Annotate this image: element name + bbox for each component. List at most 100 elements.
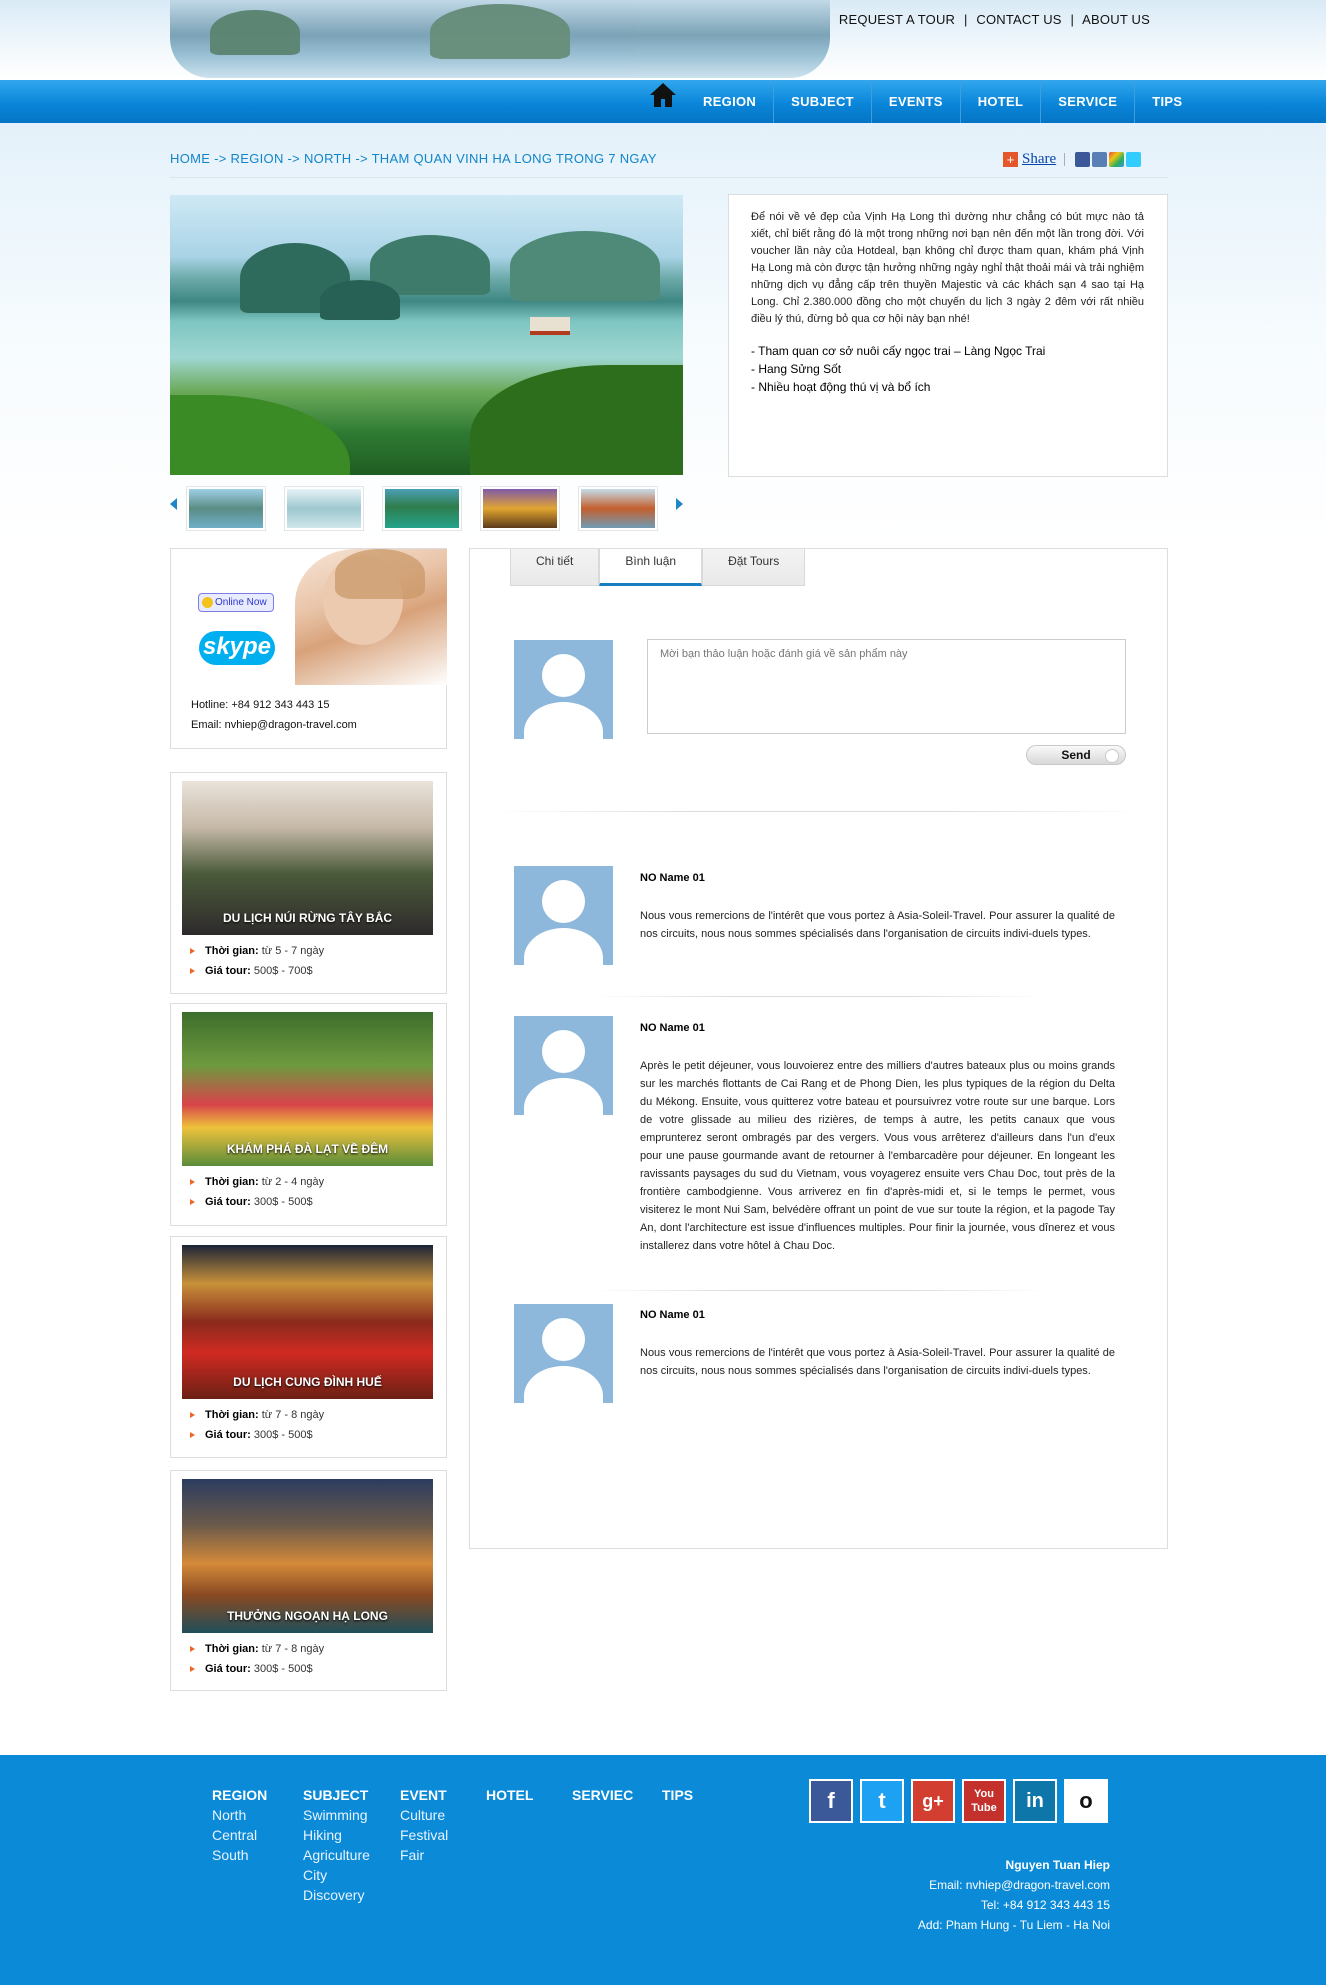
footer-heading[interactable]: SERVIEC [572, 1785, 633, 1805]
nav-item-events[interactable]: EVENTS [872, 80, 961, 123]
request-tour-link[interactable]: REQUEST A TOUR [839, 12, 955, 27]
commenter-name: NO Name 01 [640, 1022, 705, 1034]
thumbnail[interactable] [284, 486, 364, 531]
footer-link[interactable]: Central [212, 1825, 267, 1845]
tour-title[interactable]: KHÁM PHÁ ĐÀ LẠT VỀ ĐÊM [182, 1142, 433, 1156]
footer-contact: Nguyen Tuan Hiep Email: nvhiep@dragon-tr… [918, 1855, 1110, 1935]
skype-icon[interactable]: skype [199, 631, 275, 665]
footer-link[interactable]: Discovery [303, 1885, 370, 1905]
footer-column-hotel: HOTEL [486, 1785, 533, 1805]
commenter-avatar [514, 866, 613, 965]
tour-title[interactable]: THƯỞNG NGOẠN HẠ LONG [182, 1609, 433, 1623]
facebook-icon[interactable] [1075, 152, 1091, 167]
footer-link[interactable]: South [212, 1845, 267, 1865]
commenter-avatar [514, 1304, 613, 1403]
footer-column-subject: SUBJECT Swimming Hiking Agriculture City… [303, 1785, 370, 1905]
nav-item-service[interactable]: SERVICE [1041, 80, 1136, 123]
nav-item-subject[interactable]: SUBJECT [774, 80, 872, 123]
tour-card[interactable]: THƯỞNG NGOẠN HẠ LONG Thời gian: từ 7 - 8… [170, 1470, 447, 1691]
tab-details[interactable]: Chi tiết [510, 549, 600, 586]
nav-item-region[interactable]: REGION [686, 80, 775, 123]
comment-text: Après le petit déjeuner, vous louvoierez… [640, 1060, 1115, 1252]
tour-image[interactable]: KHÁM PHÁ ĐÀ LẠT VỀ ĐÊM [182, 1012, 433, 1166]
google-icon[interactable] [1109, 152, 1125, 167]
commenter-avatar [514, 1016, 613, 1115]
thumbnail[interactable] [578, 486, 658, 531]
myspace-icon[interactable] [1092, 152, 1108, 167]
commenter-name: NO Name 01 [640, 872, 705, 884]
separator: | [963, 12, 968, 27]
tour-image[interactable]: DU LỊCH CUNG ĐÌNH HUẾ [182, 1245, 433, 1399]
tour-description: Để nói về vẻ đẹp của Vịnh Hạ Long thì dư… [728, 194, 1168, 477]
footer-link[interactable]: City [303, 1865, 370, 1885]
separator: | [1063, 151, 1067, 167]
highlight-item: - Nhiều hoạt động thú vị và bổ ích [751, 380, 931, 394]
footer-link[interactable]: Festival [400, 1825, 448, 1845]
nav-item-hotel[interactable]: HOTEL [961, 80, 1042, 123]
contact-address: Add: Pham Hung - Tu Liem - Ha Noi [917, 1918, 1110, 1932]
google-plus-icon[interactable]: g+ [911, 1779, 955, 1823]
divider [170, 177, 1168, 178]
comment-text: Nous vous remercions de l'intérêt que vo… [640, 910, 1115, 940]
footer-heading[interactable]: HOTEL [486, 1785, 533, 1805]
send-button[interactable]: Send [1026, 745, 1126, 765]
tour-card[interactable]: DU LỊCH NÚI RỪNG TÂY BẮC Thời gian: từ 5… [170, 772, 447, 994]
tour-title[interactable]: DU LỊCH NÚI RỪNG TÂY BẮC [182, 911, 433, 925]
tour-meta: Thời gian: từ 5 - 7 ngày Giá tour: 500$ … [190, 941, 324, 981]
share-plus-icon[interactable]: + [1003, 152, 1018, 167]
home-icon[interactable] [648, 80, 678, 110]
contact-tel: Tel: +84 912 343 443 15 [980, 1898, 1110, 1912]
thumbnail[interactable] [186, 486, 266, 531]
tour-title[interactable]: DU LỊCH CUNG ĐÌNH HUẾ [182, 1375, 433, 1389]
about-us-link[interactable]: ABOUT US [1082, 12, 1150, 27]
highlight-item: - Hang Sửng Sốt [751, 362, 842, 376]
youtube-icon[interactable]: You Tube [962, 1779, 1006, 1823]
prev-arrow-icon[interactable] [170, 498, 177, 510]
contact-us-link[interactable]: CONTACT US [976, 12, 1061, 27]
footer-link[interactable]: Agriculture [303, 1845, 370, 1865]
footer-link[interactable]: Hiking [303, 1825, 370, 1845]
thumbnail[interactable] [480, 486, 560, 531]
share-link[interactable]: Share [1022, 151, 1056, 168]
tour-meta: Thời gian: từ 7 - 8 ngày Giá tour: 300$ … [190, 1639, 324, 1679]
footer-column-tips: TIPS [662, 1785, 693, 1805]
footer-heading[interactable]: TIPS [662, 1785, 693, 1805]
twitter-icon[interactable] [1126, 152, 1142, 167]
online-now-badge[interactable]: Online Now [198, 593, 274, 612]
thumbnail[interactable] [382, 486, 462, 531]
linkedin-icon[interactable]: in [1013, 1779, 1057, 1823]
comment-input[interactable] [647, 639, 1126, 734]
footer-link[interactable]: Culture [400, 1805, 448, 1825]
tour-image[interactable]: DU LỊCH NÚI RỪNG TÂY BẮC [182, 781, 433, 935]
tab-bar: Chi tiết Bình luận Đặt Tours [510, 549, 806, 586]
tour-meta: Thời gian: từ 2 - 4 ngày Giá tour: 300$ … [190, 1172, 324, 1212]
nav-item-tips[interactable]: TIPS [1135, 80, 1199, 123]
twitter-icon[interactable]: t [860, 1779, 904, 1823]
tab-comments[interactable]: Bình luận [599, 549, 703, 586]
breadcrumb[interactable]: HOME -> REGION -> NORTH -> THAM QUAN VIN… [170, 151, 657, 166]
email-text: Email: nvhiep@dragon-travel.com [191, 719, 357, 731]
footer-heading[interactable]: SUBJECT [303, 1785, 370, 1805]
footer-column-event: EVENT Culture Festival Fair [400, 1785, 448, 1865]
tour-image[interactable]: THƯỞNG NGOẠN HẠ LONG [182, 1479, 433, 1633]
support-info: Hotline: +84 912 343 443 15 Email: nvhie… [191, 695, 357, 735]
comment-text: Nous vous remercions de l'intérêt que vo… [640, 1347, 1115, 1377]
footer: REGION North Central South SUBJECT Swimm… [0, 1755, 1326, 1985]
footer-heading[interactable]: REGION [212, 1785, 267, 1805]
footer-link[interactable]: North [212, 1805, 267, 1825]
next-arrow-icon[interactable] [676, 498, 683, 510]
description-highlights: - Tham quan cơ sở nuôi cấy ngọc trai – L… [751, 342, 1144, 396]
facebook-icon[interactable]: f [809, 1779, 853, 1823]
divider [494, 811, 1144, 812]
separator: | [1070, 12, 1075, 27]
tour-card[interactable]: KHÁM PHÁ ĐÀ LẠT VỀ ĐÊM Thời gian: từ 2 -… [170, 1003, 447, 1226]
description-text: Để nói về vẻ đẹp của Vịnh Hạ Long thì dư… [751, 211, 1144, 325]
other-social-icon[interactable]: o [1064, 1779, 1108, 1823]
footer-heading[interactable]: EVENT [400, 1785, 448, 1805]
footer-link[interactable]: Swimming [303, 1805, 370, 1825]
tour-card[interactable]: DU LỊCH CUNG ĐÌNH HUẾ Thời gian: từ 7 - … [170, 1236, 447, 1458]
header-banner: REQUEST A TOUR | CONTACT US | ABOUT US [0, 0, 1326, 80]
top-links: REQUEST A TOUR | CONTACT US | ABOUT US [839, 12, 1150, 27]
tab-book-tours[interactable]: Đặt Tours [702, 549, 806, 586]
footer-link[interactable]: Fair [400, 1845, 448, 1865]
